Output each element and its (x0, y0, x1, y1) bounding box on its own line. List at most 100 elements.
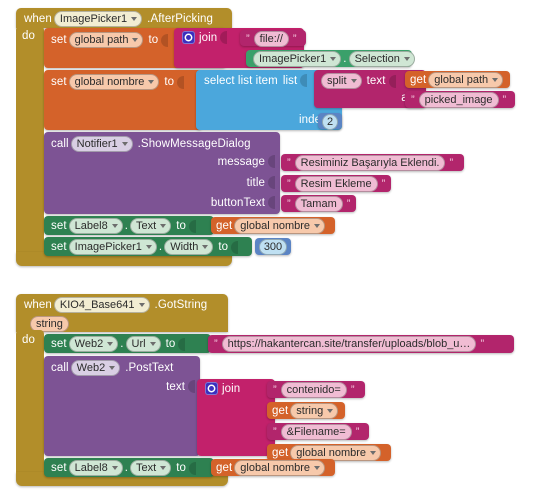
text-value-title[interactable]: Resim Ekleme (294, 176, 378, 192)
message-socket (268, 155, 275, 168)
text-value-message[interactable]: Resiminiz Başarıyla Eklendi. (294, 155, 446, 171)
blocks-canvas[interactable]: when ImagePicker1 .AfterPicking do set g… (0, 0, 535, 500)
get-string-label: string (296, 405, 324, 417)
to-label: to (218, 241, 229, 253)
get-global-path-dropdown[interactable]: global path (428, 72, 504, 88)
get-string-block[interactable]: get string (267, 402, 345, 419)
close-quote-icon: ” (346, 197, 351, 210)
set-label8-text-block-2[interactable]: set Label8 . Text to (44, 458, 214, 477)
get-string-dropdown[interactable]: string (290, 403, 339, 419)
component-getter-selection[interactable]: ImagePicker1 . Selection (246, 50, 415, 67)
event2-component-label: KIO4_Base641 (59, 299, 135, 311)
global-nombre-dropdown[interactable]: global nombre (68, 74, 160, 90)
get-global-nombre-block-1[interactable]: get global nombre (211, 217, 335, 234)
chevron-down-icon (131, 17, 138, 21)
mutator-gear-icon[interactable] (182, 31, 195, 44)
close-quote-icon: ” (355, 425, 360, 438)
text-value-fileprotocol[interactable]: file:// (253, 31, 289, 47)
global-nombre-label: global nombre (74, 76, 145, 88)
mutator-gear-icon[interactable] (205, 382, 218, 395)
get-global-nombre-block-3[interactable]: get global nombre (211, 459, 335, 476)
text-block-filename[interactable]: ” &Filename= ” (267, 423, 369, 440)
text-arg-label: text (366, 75, 386, 87)
close-quote-icon: ” (292, 32, 297, 45)
get-global-nombre-dropdown[interactable]: global nombre (234, 218, 326, 234)
message-arg-label: message (217, 155, 265, 168)
label8-property-label: Text (136, 220, 157, 232)
selection-property-label: Selection (354, 53, 400, 65)
get-global-nombre-label: global nombre (296, 447, 367, 459)
event-block-afterpicking[interactable]: when ImagePicker1 .AfterPicking (16, 8, 232, 28)
title-arg-label: title (246, 176, 265, 189)
posttext-component-dropdown[interactable]: Web2 (70, 360, 121, 376)
open-quote-icon: ” (246, 32, 250, 45)
text-value-url[interactable]: https://hakantercan.site/transfer/upload… (221, 336, 477, 352)
join-block-2[interactable]: join (197, 379, 275, 456)
event2-component-dropdown[interactable]: KIO4_Base641 (53, 297, 150, 313)
set-label8-text-block-1[interactable]: set Label8 . Text to (44, 216, 214, 235)
text-value-pickedimage[interactable]: picked_image (418, 92, 499, 108)
set-global-nombre-block[interactable]: set global nombre to (44, 70, 202, 130)
label8-property-dropdown[interactable]: Text (130, 460, 172, 476)
web2-property-label: Url (131, 338, 146, 350)
get-label: get (216, 220, 233, 232)
notifier-component-dropdown[interactable]: Notifier1 (70, 136, 133, 152)
imagepicker-property-dropdown[interactable]: Width (164, 239, 214, 255)
selection-property-dropdown[interactable]: Selection (348, 51, 415, 67)
close-quote-icon: ” (502, 93, 507, 106)
chevron-down-icon (314, 466, 321, 470)
chevron-down-icon (160, 224, 167, 228)
text-value-filename[interactable]: &Filename= (280, 424, 352, 440)
web2-property-dropdown[interactable]: Url (125, 336, 161, 352)
web2-component-dropdown[interactable]: Web2 (68, 336, 119, 352)
title-socket (268, 176, 275, 189)
set-imagepicker-width-block[interactable]: set ImagePicker1 . Width to (44, 237, 252, 256)
event-block-gotstring[interactable]: when KIO4_Base641 .GotString string (16, 294, 228, 332)
selection-component-dropdown[interactable]: ImagePicker1 (253, 51, 342, 67)
text-block-buttontext[interactable]: ” Tamam ” (281, 195, 356, 212)
chevron-down-icon (403, 57, 410, 61)
get-global-path-block[interactable]: get global path (405, 71, 510, 88)
dot-separator: . (158, 241, 163, 253)
global-path-dropdown[interactable]: global path (68, 32, 144, 48)
imagepicker-component-label: ImagePicker1 (74, 241, 142, 253)
text-block-contenido[interactable]: ” contenido= ” (267, 381, 365, 398)
call-web2-posttext[interactable]: call Web2 .PostText text (44, 356, 200, 456)
chevron-down-icon (327, 409, 334, 413)
chevron-down-icon (109, 366, 116, 370)
get-label: get (272, 447, 289, 459)
value-socket (188, 219, 196, 233)
chevron-down-icon (202, 245, 209, 249)
label8-property-dropdown[interactable]: Text (130, 218, 172, 234)
label8-component-dropdown[interactable]: Label8 (68, 218, 123, 234)
number-block-index[interactable]: 2 (318, 113, 342, 130)
notifier-component-label: Notifier1 (76, 138, 118, 150)
select-list-item-label: select list item (204, 74, 278, 87)
text-value-contenido[interactable]: contenido= (280, 382, 347, 398)
text-block-url[interactable]: ” https://hakantercan.site/transfer/uplo… (208, 335, 514, 353)
text-block-message[interactable]: ” Resiminiz Başarıyla Eklendi. ” (281, 154, 464, 171)
set-web2-url-block[interactable]: set Web2 . Url to (44, 334, 211, 353)
imagepicker-component-dropdown[interactable]: ImagePicker1 (68, 239, 157, 255)
get-label: get (410, 74, 427, 86)
event1-component-dropdown[interactable]: ImagePicker1 (53, 11, 143, 27)
text-block-fileprotocol[interactable]: ” file:// ” (240, 30, 306, 47)
get-global-nombre-dropdown[interactable]: global nombre (234, 460, 326, 476)
to-label: to (164, 76, 175, 88)
index-number-value[interactable]: 2 (321, 114, 339, 130)
buttontext-arg-label: buttonText (210, 196, 265, 209)
number-block-width[interactable]: 300 (255, 238, 291, 255)
text-block-pickedimage[interactable]: ” picked_image ” (405, 91, 515, 108)
dot-separator: . (120, 338, 124, 350)
label8-property-label: Text (136, 462, 157, 474)
text-block-title[interactable]: ” Resim Ekleme ” (281, 175, 391, 192)
call-notifier-showmessagedialog[interactable]: call Notifier1 .ShowMessageDialog messag… (44, 132, 280, 214)
buttontext-socket (268, 196, 275, 209)
label8-component-label: Label8 (74, 462, 108, 474)
label8-component-dropdown[interactable]: Label8 (68, 460, 123, 476)
width-number-value[interactable]: 300 (258, 239, 288, 255)
chevron-down-icon (132, 38, 139, 42)
open-quote-icon: ” (287, 156, 291, 169)
text-value-buttontext[interactable]: Tamam (294, 196, 343, 212)
split-mode-dropdown[interactable]: split (321, 73, 362, 89)
